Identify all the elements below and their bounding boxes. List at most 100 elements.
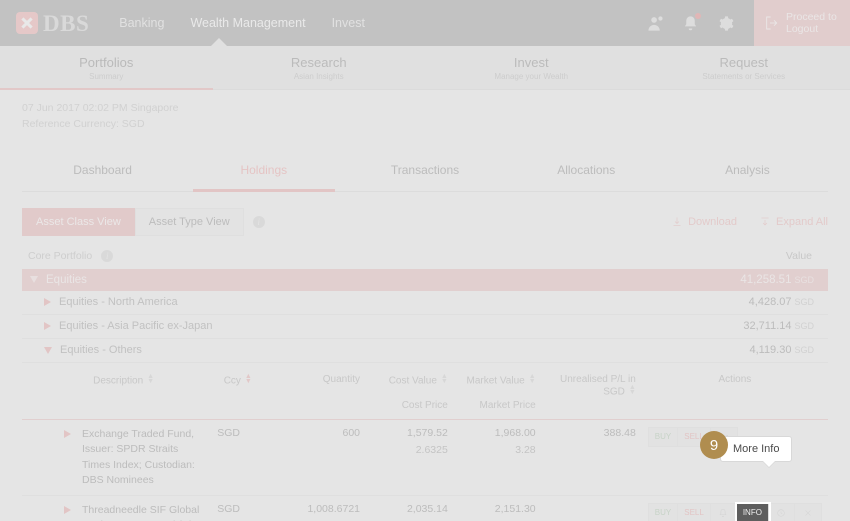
- tab-allocations[interactable]: Allocations: [506, 151, 667, 191]
- sort-icon-unrealised-pl[interactable]: ▲ ▼: [629, 384, 636, 397]
- core-portfolio-info-icon[interactable]: i: [101, 249, 114, 262]
- subgroup-row-north-america[interactable]: Equities - North America 4,428.07 SGD: [22, 291, 828, 315]
- col-header-market-value[interactable]: Market Value ▲ ▼: [454, 365, 542, 401]
- core-portfolio-header: Core Portfolio i Value: [22, 249, 828, 269]
- notification-badge-dot: [695, 12, 701, 19]
- toolbar-actions: Download Expand All: [671, 216, 828, 228]
- row-1-unrealised-pl: [541, 495, 642, 521]
- row-1-cost-value: 2,035.14: [406, 503, 448, 515]
- download-button[interactable]: Download: [671, 216, 737, 228]
- sort-icon-cost-value[interactable]: ▲ ▼: [441, 373, 448, 386]
- nav-item-invest[interactable]: Invest: [332, 16, 365, 30]
- chevron-down-icon: [30, 276, 38, 284]
- user-icon[interactable]: [647, 15, 664, 32]
- asset-type-view-button[interactable]: Asset Type View: [134, 207, 244, 236]
- sort-icon-ccy[interactable]: ▲ ▼: [245, 373, 252, 386]
- row-1-quantity: 1,008.6721: [264, 495, 367, 521]
- col-header-description-label: Description: [93, 375, 144, 387]
- subgroup-amount-currency-0: SGD: [794, 297, 814, 308]
- section-tab-request-title: Request: [719, 54, 768, 70]
- col-header-ccy-label: Ccy: [223, 375, 241, 387]
- subgroup-amount-north-america: 4,428.07 SGD: [749, 296, 820, 308]
- header-icon-group: [647, 12, 754, 32]
- view-info-icon[interactable]: i: [252, 215, 265, 228]
- col-header-quantity: Quantity: [264, 365, 366, 401]
- chevron-right-icon[interactable]: [64, 506, 71, 514]
- tab-dashboard[interactable]: Dashboard: [22, 151, 183, 191]
- section-tab-bar: Portfolios Summary Research Asian Insigh…: [0, 38, 850, 90]
- dbs-logo-text: DBS: [43, 10, 90, 36]
- holdings-sub-tabs: Dashboard Holdings Transactions Allocati…: [22, 151, 828, 192]
- sort-icon-description[interactable]: ▲ ▼: [147, 373, 154, 386]
- header-row-secondary: Cost Price Market Price: [22, 400, 828, 421]
- dbs-logo[interactable]: DBS: [16, 12, 89, 35]
- row-1-close-icon[interactable]: [794, 504, 821, 521]
- logout-label: Proceed to Logout: [786, 10, 837, 35]
- col-header-cost-value-label: Cost Value: [388, 375, 437, 387]
- top-header-bar: DBS Banking Wealth Management Invest Pro…: [0, 0, 850, 46]
- section-tab-research-title: Research: [290, 54, 347, 70]
- row-1-bell-icon[interactable]: [710, 504, 737, 521]
- nav-item-wealth-management[interactable]: Wealth Management: [190, 16, 305, 30]
- expand-all-button[interactable]: Expand All: [759, 216, 828, 228]
- col-subheader-blank-pl: [541, 400, 642, 421]
- table-row[interactable]: Threadneedle SIF Global Equity Income Fu…: [22, 495, 828, 521]
- subgroup-row-asia-pacific[interactable]: Equities - Asia Pacific ex-Japan 32,711.…: [22, 315, 828, 339]
- proceed-to-logout-button[interactable]: Proceed to Logout: [754, 0, 850, 46]
- row-1-market-value: 2,151.30: [494, 503, 536, 515]
- subgroup-amount-value-1: 32,711.14: [743, 320, 792, 333]
- row-1-sell-button[interactable]: SELL: [678, 504, 711, 521]
- group-row-equities-amount: 41,258.51 SGD: [740, 274, 820, 286]
- col-subheader-blank-desc: [22, 400, 212, 421]
- section-tab-invest-subtitle: Manage your Wealth: [494, 71, 569, 81]
- group-row-equities[interactable]: Equities 41,258.51 SGD: [22, 268, 828, 291]
- section-tab-portfolios[interactable]: Portfolios Summary: [0, 46, 213, 90]
- row-1-info-button[interactable]: INFO: [736, 504, 769, 521]
- col-header-description[interactable]: Description ▲ ▼: [22, 365, 211, 401]
- section-tab-request[interactable]: Request Statements or Services: [638, 46, 850, 89]
- row-0-description-cell: Exchange Traded Fund, Issuer: SPDR Strai…: [22, 419, 212, 496]
- tab-analysis[interactable]: Analysis: [667, 151, 828, 191]
- timestamp-label: 07 Jun 2017 02:02 PM Singapore: [22, 102, 179, 114]
- row-0-buy-button[interactable]: BUY: [648, 428, 679, 446]
- holdings-table-head: Description ▲ ▼ Ccy ▲ ▼ Quantity Cost Value ▲…: [22, 365, 828, 421]
- asset-class-view-button[interactable]: Asset Class View: [22, 207, 135, 236]
- row-1-market-cell: 2,151.30 2.1328: [453, 495, 542, 521]
- col-header-cost-value[interactable]: Cost Value ▲ ▼: [366, 365, 454, 401]
- group-amount-value: 41,258.51: [740, 273, 792, 286]
- group-amount-currency: SGD: [794, 274, 814, 285]
- sort-icon-market-value[interactable]: ▲ ▼: [529, 373, 536, 386]
- subgroup-amount-value-2: 4,119.30: [749, 344, 792, 357]
- row-1-action-bar: BUY SELL INFO: [647, 503, 822, 521]
- bell-icon[interactable]: [682, 12, 701, 32]
- download-label: Download: [688, 215, 738, 228]
- subgroup-label-asia-pacific: Equities - Asia Pacific ex-Japan: [59, 320, 213, 333]
- meta-info: 07 Jun 2017 02:02 PM Singapore Reference…: [0, 90, 850, 137]
- chevron-right-icon: [44, 298, 51, 307]
- subgroup-row-others[interactable]: Equities - Others 4,119.30 SGD: [22, 339, 828, 363]
- tab-holdings[interactable]: Holdings: [183, 151, 344, 192]
- row-0-market-price: 3.28: [515, 444, 536, 457]
- value-column-header: Value: [785, 249, 812, 262]
- tour-tooltip: More Info: [720, 436, 793, 468]
- nav-item-banking[interactable]: Banking: [119, 16, 164, 30]
- section-tab-invest[interactable]: Invest Manage your Wealth: [425, 46, 638, 89]
- row-0-cost-value: 1,579.52: [406, 427, 448, 440]
- row-0-market-cell: 1,968.00 3.28: [453, 419, 542, 496]
- subgroup-amount-value-0: 4,428.07: [748, 296, 792, 309]
- chevron-right-icon[interactable]: [64, 430, 71, 439]
- col-header-actions-label: Actions: [718, 373, 752, 385]
- gear-icon[interactable]: [717, 15, 734, 32]
- col-header-ccy[interactable]: Ccy ▲ ▼: [211, 365, 264, 401]
- row-0-cost-cell: 1,579.52 2.6325: [366, 419, 454, 496]
- col-header-unrealised-pl[interactable]: Unrealised P/L in SGD ▲ ▼: [542, 365, 642, 401]
- view-toolbar: Asset Class View Asset Type View i Downl…: [22, 207, 828, 236]
- subgroup-amount-currency-1: SGD: [794, 321, 814, 332]
- subgroup-amount-asia-pacific: 32,711.14 SGD: [743, 320, 820, 332]
- row-1-history-icon[interactable]: [768, 504, 795, 521]
- tab-transactions[interactable]: Transactions: [344, 151, 505, 191]
- section-tab-research[interactable]: Research Asian Insights: [213, 46, 426, 89]
- header-row-primary: Description ▲ ▼ Ccy ▲ ▼ Quantity Cost Value ▲…: [22, 365, 828, 401]
- header-right-group: Proceed to Logout: [647, 0, 850, 46]
- row-1-buy-button[interactable]: BUY: [648, 504, 679, 521]
